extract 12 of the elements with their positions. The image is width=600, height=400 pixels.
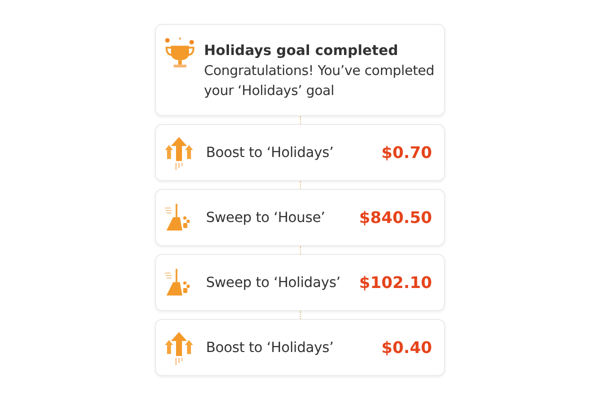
transaction-amount: $0.40	[381, 338, 432, 357]
transaction-amount: $840.50	[359, 208, 432, 227]
notification-message: Congratulations! You’ve completed your ‘Holidays’ goal	[204, 62, 436, 101]
arrows-icon	[164, 134, 194, 170]
transaction-amount: $102.10	[359, 273, 432, 292]
notification-title: Holidays goal completed	[204, 43, 400, 59]
transaction-label: Sweep to ‘Holidays’	[206, 274, 340, 290]
transaction-amount: $0.70	[381, 143, 432, 162]
transaction-label: Boost to ‘Holidays’	[206, 340, 334, 356]
arrows-icon	[164, 330, 194, 366]
transaction-label: Sweep to ‘House’	[206, 210, 325, 226]
transaction-label: Boost to ‘Holidays’	[206, 144, 334, 160]
